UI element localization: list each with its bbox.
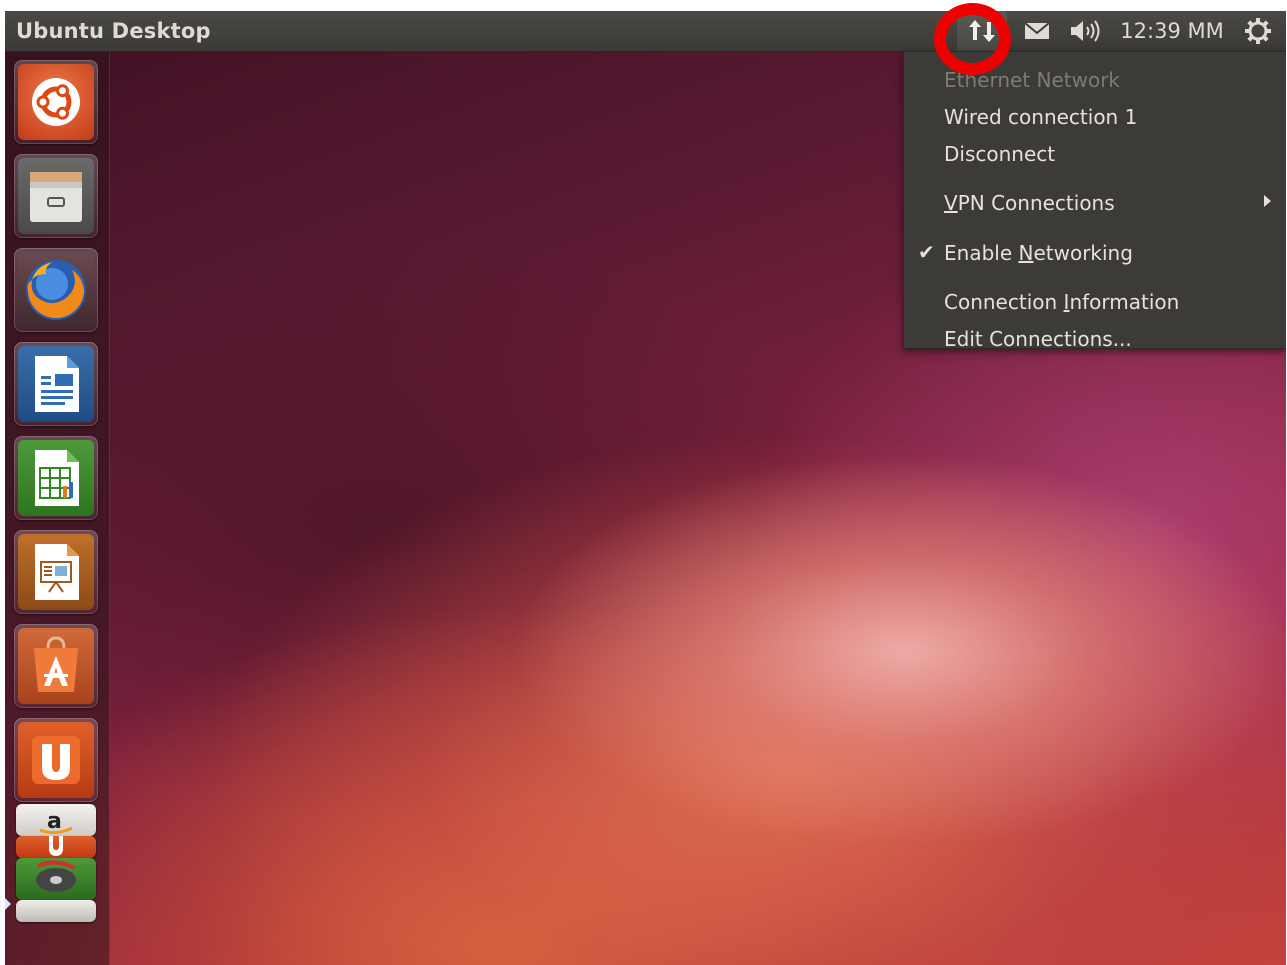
software-center-icon (34, 636, 78, 692)
libreoffice-writer-icon (35, 356, 79, 412)
launcher-item-stacked-ubuntu-one[interactable] (16, 836, 96, 858)
desktop: Ubuntu Desktop 12:39 MM a Ethernet Netwo… (5, 11, 1286, 965)
launcher-item-software-center[interactable] (14, 624, 98, 708)
launcher-item-firefox[interactable] (14, 248, 98, 332)
amazon-icon: a (39, 809, 73, 835)
launcher-item-stacked-app[interactable] (16, 858, 96, 900)
network-menu: Ethernet Network Wired connection 1 Disc… (903, 51, 1286, 351)
launcher-item-stacked-misc[interactable] (16, 900, 96, 922)
top-panel: Ubuntu Desktop 12:39 MM (5, 11, 1286, 52)
ubuntu-dash-icon (32, 78, 80, 126)
sound-icon (1071, 20, 1100, 42)
launcher: a (5, 52, 110, 965)
menu-item-vpn-connections[interactable]: VPN Connections (904, 186, 1286, 220)
launcher-item-files[interactable] (14, 154, 98, 238)
launcher-item-impress[interactable] (14, 530, 98, 614)
session-indicator[interactable] (1241, 11, 1275, 51)
libreoffice-impress-icon (35, 544, 79, 600)
active-app-arrow-icon (5, 898, 11, 910)
launcher-item-amazon[interactable]: a (16, 804, 96, 836)
mail-icon (1024, 22, 1050, 39)
network-icon (969, 20, 995, 42)
launcher-item-writer[interactable] (14, 342, 98, 426)
menu-header-ethernet: Ethernet Network (944, 68, 1121, 92)
session-gear-icon (1245, 18, 1271, 44)
launcher-item-ubuntu-one[interactable] (14, 718, 98, 802)
window-title: Ubuntu Desktop (16, 19, 211, 43)
menu-item-disconnect[interactable]: Disconnect (904, 137, 1286, 171)
checkmark-icon: ✔ (918, 240, 935, 264)
launcher-item-dash[interactable] (14, 60, 98, 144)
sound-indicator[interactable] (1065, 11, 1107, 51)
firefox-icon (26, 260, 86, 320)
ubuntu-one-icon (32, 736, 80, 784)
submenu-arrow-icon (1264, 195, 1271, 207)
network-indicator[interactable] (957, 11, 1007, 51)
files-icon (30, 172, 82, 222)
clock-indicator[interactable]: 12:39 MM (1117, 11, 1227, 51)
menu-item-enable-networking[interactable]: ✔ Enable Networking (904, 236, 1286, 270)
svg-text:a: a (47, 809, 62, 834)
libreoffice-calc-icon (35, 450, 79, 506)
launcher-item-calc[interactable] (14, 436, 98, 520)
menu-item-connection-information[interactable]: Connection Information (904, 285, 1286, 319)
messaging-indicator[interactable] (1020, 11, 1054, 51)
ubuntu-one-small-icon (49, 836, 63, 856)
menu-item-wired-connection[interactable]: Wired connection 1 (904, 100, 1286, 134)
menu-item-edit-connections[interactable]: Edit Connections... (904, 322, 1286, 356)
disc-app-icon (36, 860, 76, 892)
